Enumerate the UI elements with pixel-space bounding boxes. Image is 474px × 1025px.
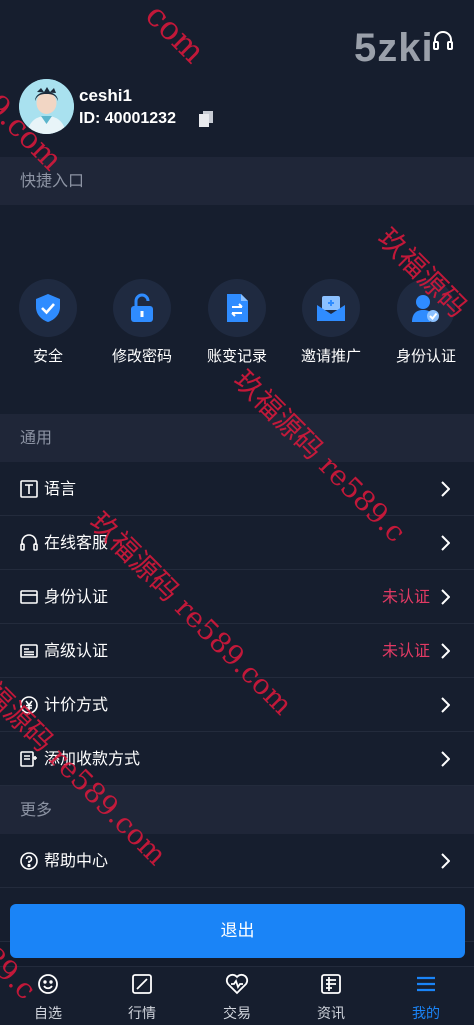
menu-item-advanced-verification[interactable]: 高级认证 未认证	[0, 624, 474, 678]
payment-icon	[20, 751, 37, 767]
menu-item-add-payment[interactable]: 添加收款方式	[0, 732, 474, 786]
menu-label: 在线客服	[44, 533, 109, 552]
menu-label: 计价方式	[44, 695, 109, 714]
shortcut-invite[interactable]: 邀请推广	[286, 279, 376, 366]
username: ceshi1	[79, 86, 132, 105]
shortcut-identity[interactable]: 身份认证	[381, 279, 471, 366]
shortcut-label: 账变记录	[206, 347, 267, 365]
shield-check-icon	[36, 294, 60, 322]
headset-icon[interactable]	[432, 30, 454, 52]
brand-logo-text: 5zki	[354, 26, 434, 70]
advanced-card-icon	[20, 644, 38, 658]
help-icon	[20, 852, 38, 870]
menu-item-help-center[interactable]: 帮助中心	[0, 834, 474, 888]
menu-label: 高级认证	[44, 641, 109, 660]
news-icon	[321, 974, 341, 994]
profile-header: 5zki ceshi1 ID: 40001232	[0, 0, 474, 157]
invite-mail-icon	[317, 296, 345, 321]
status-badge: 未认证	[381, 587, 430, 606]
general-header: 通用	[0, 414, 474, 462]
menu-item-identity-verification[interactable]: 身份认证 未认证	[0, 570, 474, 624]
document-transfer-icon	[227, 294, 248, 322]
chevron-right-icon	[441, 535, 450, 551]
tab-news[interactable]: 资讯	[296, 973, 366, 1023]
chevron-right-icon	[441, 643, 450, 659]
menu-item-language[interactable]: 语言	[0, 462, 474, 516]
chevron-right-icon	[441, 481, 450, 497]
yuan-icon	[20, 696, 38, 714]
tab-mine[interactable]: 我的	[391, 973, 461, 1023]
tab-label: 自选	[34, 1006, 62, 1022]
quick-entry-grid: 安全 修改密码 账变记录 邀请推广 身份认证	[0, 205, 474, 414]
menu-icon	[417, 976, 435, 992]
menu-item-pricing-method[interactable]: 计价方式	[0, 678, 474, 732]
avatar[interactable]	[19, 79, 74, 134]
user-verify-icon	[412, 295, 439, 322]
tab-trade[interactable]: 交易	[202, 973, 272, 1023]
tab-label: 资讯	[317, 1006, 345, 1022]
shortcut-label: 邀请推广	[300, 347, 361, 365]
shortcut-label: 修改密码	[111, 347, 172, 365]
tab-watchlist[interactable]: 自选	[13, 973, 83, 1023]
heart-pulse-icon	[225, 973, 249, 995]
id-card-icon	[20, 590, 38, 604]
chevron-right-icon	[441, 589, 450, 605]
unlock-icon	[131, 293, 153, 322]
tab-label: 行情	[128, 1006, 156, 1022]
chevron-right-icon	[441, 853, 450, 869]
shortcut-account-records[interactable]: 账变记录	[192, 279, 282, 366]
menu-label: 语言	[44, 479, 77, 498]
shortcut-label: 安全	[32, 347, 63, 365]
smile-icon	[38, 974, 58, 994]
user-id: ID: 40001232	[79, 110, 176, 127]
text-box-icon	[20, 480, 38, 498]
shortcut-change-password[interactable]: 修改密码	[97, 279, 187, 366]
shortcut-label: 身份认证	[395, 347, 456, 365]
bottom-tab-bar: 自选 行情 交易 资讯 我的	[0, 966, 474, 1025]
chevron-right-icon	[441, 751, 450, 767]
menu-item-online-service[interactable]: 在线客服	[0, 516, 474, 570]
tab-label: 交易	[223, 1006, 251, 1022]
status-badge: 未认证	[381, 641, 430, 660]
menu-label: 帮助中心	[44, 851, 109, 870]
copy-icon[interactable]	[199, 111, 213, 127]
menu-label: 身份认证	[44, 587, 109, 606]
headset-icon	[20, 534, 38, 551]
chart-line-icon	[132, 974, 152, 994]
logout-button[interactable]: 退出	[10, 904, 465, 958]
more-header: 更多	[0, 786, 474, 834]
shortcut-security[interactable]: 安全	[3, 279, 93, 366]
tab-label: 我的	[412, 1006, 440, 1022]
quick-entry-header: 快捷入口	[0, 157, 474, 205]
menu-label: 添加收款方式	[44, 749, 141, 768]
chevron-right-icon	[441, 697, 450, 713]
tab-market[interactable]: 行情	[107, 973, 177, 1023]
